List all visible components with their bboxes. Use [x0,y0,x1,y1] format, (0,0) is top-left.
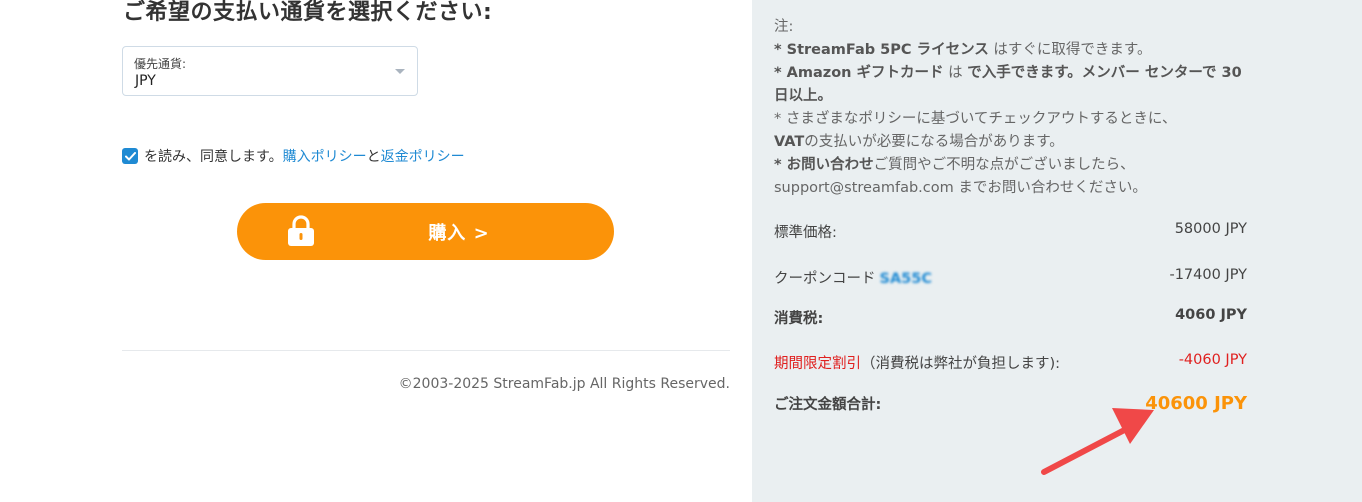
purchase-policy-link[interactable]: 購入ポリシー [283,146,367,166]
discount-label-group: 期間限定割引（消費税は弊社が負担します): [774,352,1060,373]
coupon-label: クーポンコード [774,271,876,287]
standard-price-label: 標準価格: [774,225,837,241]
notes-title: 注: [774,19,794,35]
tax-label: 消費税: [774,311,824,327]
checkout-page: ご希望の支払い通貨を選択ください: 優先通貨: JPY を読み、同意します。 購… [0,0,1362,502]
coupon-row: クーポンコード SA55C -17400 JPY [774,267,1247,288]
refund-policy-link[interactable]: 返金ポリシー [381,146,465,166]
discount-label: 期間限定割引 [774,356,861,372]
agree-text: を読み、同意します。 [144,149,283,165]
note-giftcard: * Amazon ギフトカード は で入手できます。メンバー センターで 30 … [774,65,1242,104]
footer-divider [122,350,730,351]
coupon-code: SA55C [879,271,933,287]
buy-button-label: 購入 > [428,223,490,244]
standard-price-row: 標準価格: 58000 JPY [774,221,1247,242]
check-icon [124,151,136,160]
total-label: ご注文金額合計: [774,397,882,413]
annotation-arrow-icon [1041,408,1154,475]
currency-select-label: 優先通貨: [134,57,187,71]
discount-value: -4060 JPY [1178,352,1247,368]
notes: 注: * StreamFab 5PC ライセンス はすぐに取得できます。 * A… [774,16,1254,200]
note-license: * StreamFab 5PC ライセンス はすぐに取得できます。 [774,42,1152,58]
total-row: ご注文金額合計: 40600 JPY [774,393,1247,414]
coupon-label-group: クーポンコード SA55C [774,267,932,288]
note-contact: * お問い合わせご質問やご不明な点がございましたら、 [774,157,1135,173]
copyright: ©2003-2025 StreamFab.jp All Rights Reser… [398,376,730,392]
tax-row: 消費税: 4060 JPY [774,307,1247,328]
agree-row: を読み、同意します。 購入ポリシー と 返金ポリシー [122,146,465,166]
coupon-value: -17400 JPY [1169,267,1247,283]
chevron-down-icon [395,69,405,74]
buy-button[interactable]: 購入 > [237,203,614,260]
discount-note: （消費税は弊社が負担します): [861,356,1061,372]
discount-row: 期間限定割引（消費税は弊社が負担します): -4060 JPY [774,352,1247,373]
agree-and-text: と [366,149,381,165]
note-vat: * さまざまなポリシーに基づいてチェックアウトするときに、 VATの支払いが必要に… [774,111,1177,150]
standard-price-value: 58000 JPY [1174,221,1247,237]
currency-select-value: JPY [135,73,156,89]
agree-checkbox[interactable] [122,148,138,164]
currency-heading: ご希望の支払い通貨を選択ください: [123,0,493,25]
tax-value: 4060 JPY [1175,307,1247,323]
currency-select[interactable]: 優先通貨: JPY [122,46,418,96]
note-support-email: support@streamfab.com までお問い合わせください。 [774,180,1147,196]
